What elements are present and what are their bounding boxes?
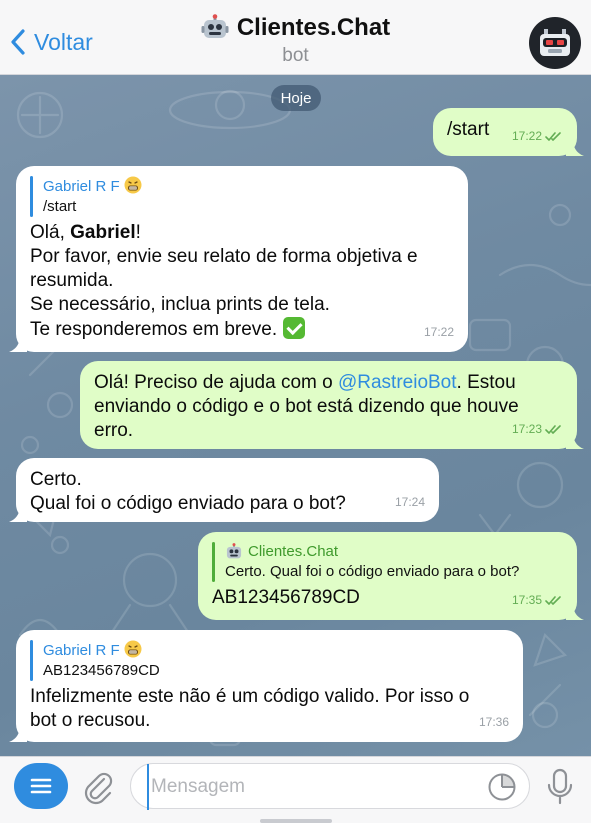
reply-text: Certo. Qual foi o código enviado para o … xyxy=(225,563,520,580)
message-input-container xyxy=(130,763,530,810)
reply-text: AB123456789CD xyxy=(43,662,160,679)
home-indicator xyxy=(260,819,332,823)
chat-title-area[interactable]: Clientes.Chat bot xyxy=(150,14,441,67)
message-line: Te responderemos em breve. xyxy=(30,317,454,342)
message-input[interactable] xyxy=(147,764,473,810)
chat-header: Voltar Clientes.Chat bot xyxy=(0,0,591,75)
sticker-icon[interactable] xyxy=(487,772,517,802)
message-line: resumida. xyxy=(30,270,114,291)
message-line: Olá! Preciso de ajuda com o @RastreioBot… xyxy=(94,371,563,395)
robot-icon xyxy=(540,29,570,56)
greeting-text: Olá, xyxy=(30,222,71,243)
greeting-name: Gabriel xyxy=(70,222,136,243)
message-line: Certo. xyxy=(30,469,82,490)
message-time: 17:24 xyxy=(394,495,425,509)
grimace-emoji-icon xyxy=(124,640,142,658)
message-line-text: . Estou xyxy=(456,372,516,393)
back-button[interactable]: Voltar xyxy=(10,24,93,60)
menu-icon xyxy=(30,778,52,794)
mention-link[interactable]: @RastreioBot xyxy=(338,372,457,393)
message-time: 17:22 xyxy=(511,129,542,143)
message-line-text: Olá! Preciso de ajuda com o xyxy=(94,372,338,393)
double-check-icon xyxy=(545,131,561,141)
message-line: enviando o código e o bot está dizendo q… xyxy=(94,396,519,417)
message-line: AB123456789CD xyxy=(212,587,360,608)
bot-menu-button[interactable] xyxy=(14,763,68,809)
reply-author: Gabriel R F xyxy=(43,640,160,661)
avatar[interactable] xyxy=(529,17,581,69)
back-label: Voltar xyxy=(34,28,93,55)
reply-author: Clientes.Chat xyxy=(225,542,519,562)
reply-author: Gabriel R F xyxy=(43,176,142,197)
reply-preview[interactable]: Gabriel R F AB123456789CD xyxy=(30,640,509,681)
message-line: erro. xyxy=(94,420,134,441)
reply-author-name: Gabriel R F xyxy=(43,178,120,195)
message-line: Olá, Gabriel! xyxy=(30,221,454,245)
double-check-icon xyxy=(545,595,561,605)
robot-icon xyxy=(201,14,229,38)
paperclip-icon[interactable] xyxy=(80,769,116,805)
message-time: 17:35 xyxy=(511,593,542,607)
chevron-left-icon xyxy=(11,29,25,55)
check-mark-emoji-icon xyxy=(283,317,306,339)
date-separator: Hoje xyxy=(271,85,321,111)
message-time: 17:22 xyxy=(423,325,454,339)
reply-bar xyxy=(30,640,33,681)
robot-icon xyxy=(226,543,242,559)
grimace-emoji-icon xyxy=(124,176,142,194)
message-line-text: Te responderemos em breve. xyxy=(30,319,278,340)
chat-subtitle: bot xyxy=(282,45,309,66)
reply-author-name: Gabriel R F xyxy=(43,642,120,659)
composer-bar xyxy=(0,756,591,823)
message-time: 17:36 xyxy=(478,715,509,729)
microphone-icon[interactable] xyxy=(545,767,575,807)
chat-title: Clientes.Chat xyxy=(236,14,391,41)
message-outgoing[interactable]: Clientes.Chat Certo. Qual foi o código e… xyxy=(198,532,577,620)
message-incoming[interactable]: Gabriel R F /start Olá, Gabriel! Por fav… xyxy=(16,166,468,352)
greeting-end: ! xyxy=(135,222,141,243)
message-line: bot o recusou. xyxy=(30,710,151,731)
reply-preview[interactable]: Clientes.Chat Certo. Qual foi o código e… xyxy=(212,542,563,582)
double-check-icon xyxy=(545,424,561,434)
message-list[interactable]: Hoje /start 17:22 Gabriel R F /start Olá… xyxy=(0,75,591,756)
reply-bar xyxy=(212,542,215,582)
message-outgoing[interactable]: /start 17:22 xyxy=(433,108,577,156)
reply-preview[interactable]: Gabriel R F /start xyxy=(30,176,454,217)
message-line: Por favor, envie seu relato de forma obj… xyxy=(30,246,418,267)
reply-bar xyxy=(30,176,33,217)
reply-text: /start xyxy=(43,198,77,215)
message-line: Qual foi o código enviado para o bot? xyxy=(30,493,346,514)
reply-author-name: Clientes.Chat xyxy=(248,543,339,560)
message-line: Se necessário, inclua prints de tela. xyxy=(30,294,330,315)
message-incoming[interactable]: Certo. Qual foi o código enviado para o … xyxy=(16,458,439,522)
message-incoming[interactable]: Gabriel R F AB123456789CD Infelizmente e… xyxy=(16,630,523,742)
message-outgoing[interactable]: Olá! Preciso de ajuda com o @RastreioBot… xyxy=(80,361,577,449)
message-line: Infelizmente este não é um código valido… xyxy=(30,686,470,707)
message-time: 17:23 xyxy=(511,422,542,436)
